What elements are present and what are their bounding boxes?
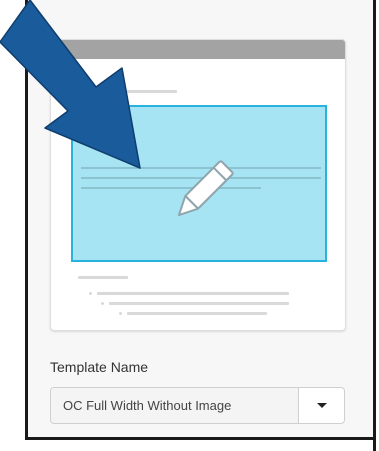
preview-bullet: [89, 292, 92, 295]
template-picker-screen: Template Name OC Full Width Without Imag…: [0, 0, 379, 451]
dropdown-toggle-button[interactable]: [299, 388, 344, 423]
caret-down-icon: [316, 403, 327, 408]
preview-header-bar: [51, 40, 345, 59]
template-name-value[interactable]: OC Full Width Without Image: [51, 388, 299, 423]
preview-text-line: [78, 276, 128, 279]
template-preview-card[interactable]: [50, 39, 346, 331]
pencil-icon: [177, 160, 234, 217]
preview-text-line: [109, 302, 289, 305]
panel-border: [25, 0, 28, 440]
preview-bullet: [119, 312, 122, 315]
preview-bullet: [101, 302, 104, 305]
template-name-label: Template Name: [50, 359, 149, 375]
preview-hero-area[interactable]: [71, 105, 327, 262]
panel-border: [25, 437, 376, 440]
panel-border: [373, 0, 376, 451]
template-name-select[interactable]: OC Full Width Without Image: [50, 387, 345, 424]
preview-text-line: [81, 90, 177, 93]
preview-text-line: [97, 292, 289, 295]
preview-text-line: [127, 312, 267, 315]
